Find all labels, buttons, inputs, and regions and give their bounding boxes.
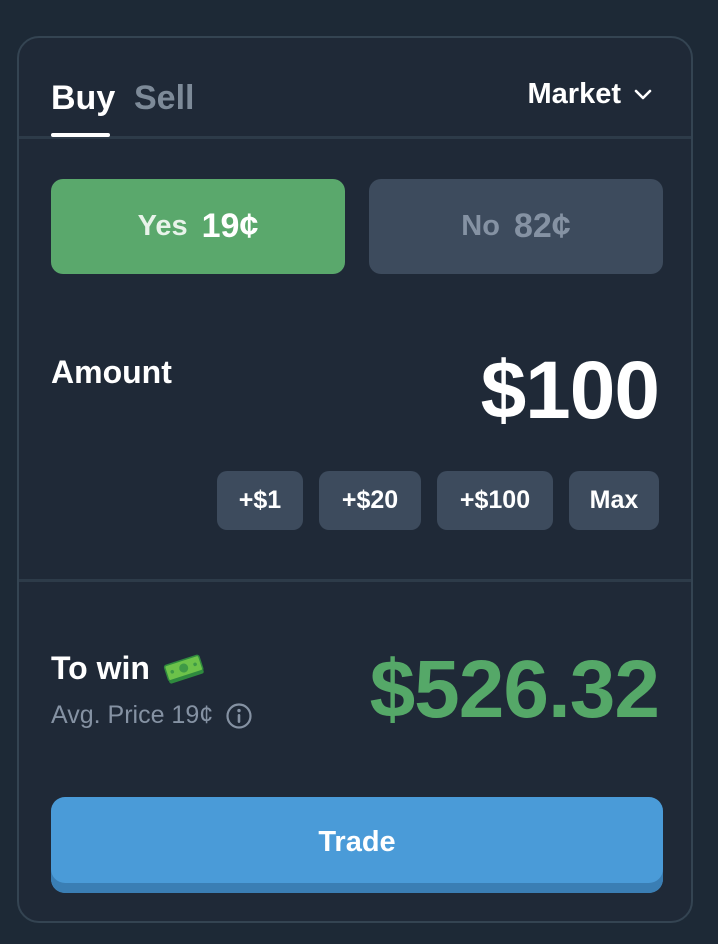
no-label: No bbox=[461, 210, 500, 242]
tab-sell[interactable]: Sell bbox=[134, 78, 194, 118]
no-price: 82¢ bbox=[513, 207, 571, 245]
quick-amount-buttons: +$1 +$20 +$100 Max bbox=[217, 471, 659, 530]
amount-input[interactable]: $100 bbox=[481, 346, 660, 436]
avg-price: Avg. Price 19¢ bbox=[51, 701, 253, 730]
tabs-header: Buy Sell Market bbox=[19, 38, 691, 139]
yes-outcome-button[interactable]: Yes 19¢ bbox=[51, 179, 345, 274]
to-win-text: To win bbox=[51, 650, 150, 686]
add-1-button[interactable]: +$1 bbox=[217, 471, 303, 530]
no-outcome-button[interactable]: No 82¢ bbox=[369, 179, 663, 274]
trade-panel: Buy Sell Market Yes 19¢ No 82¢ Amount $1… bbox=[17, 36, 693, 923]
info-icon[interactable] bbox=[225, 702, 253, 730]
money-bill-icon bbox=[163, 654, 204, 684]
tab-buy[interactable]: Buy bbox=[51, 78, 115, 118]
yes-price: 19¢ bbox=[201, 207, 259, 245]
order-type-dropdown[interactable]: Market bbox=[528, 78, 654, 111]
add-100-button[interactable]: +$100 bbox=[437, 471, 553, 530]
amount-label: Amount bbox=[51, 354, 172, 390]
avg-price-text: Avg. Price 19¢ bbox=[51, 701, 214, 729]
to-win-value: $526.32 bbox=[369, 644, 660, 735]
max-button[interactable]: Max bbox=[569, 471, 659, 530]
to-win-label: To win bbox=[51, 650, 206, 687]
section-divider bbox=[19, 579, 691, 582]
add-20-button[interactable]: +$20 bbox=[319, 471, 421, 530]
chevron-down-icon bbox=[634, 89, 652, 99]
yes-label: Yes bbox=[137, 210, 188, 242]
order-type-label: Market bbox=[527, 78, 622, 110]
trade-button[interactable]: Trade bbox=[51, 797, 663, 893]
active-tab-indicator bbox=[51, 133, 110, 137]
